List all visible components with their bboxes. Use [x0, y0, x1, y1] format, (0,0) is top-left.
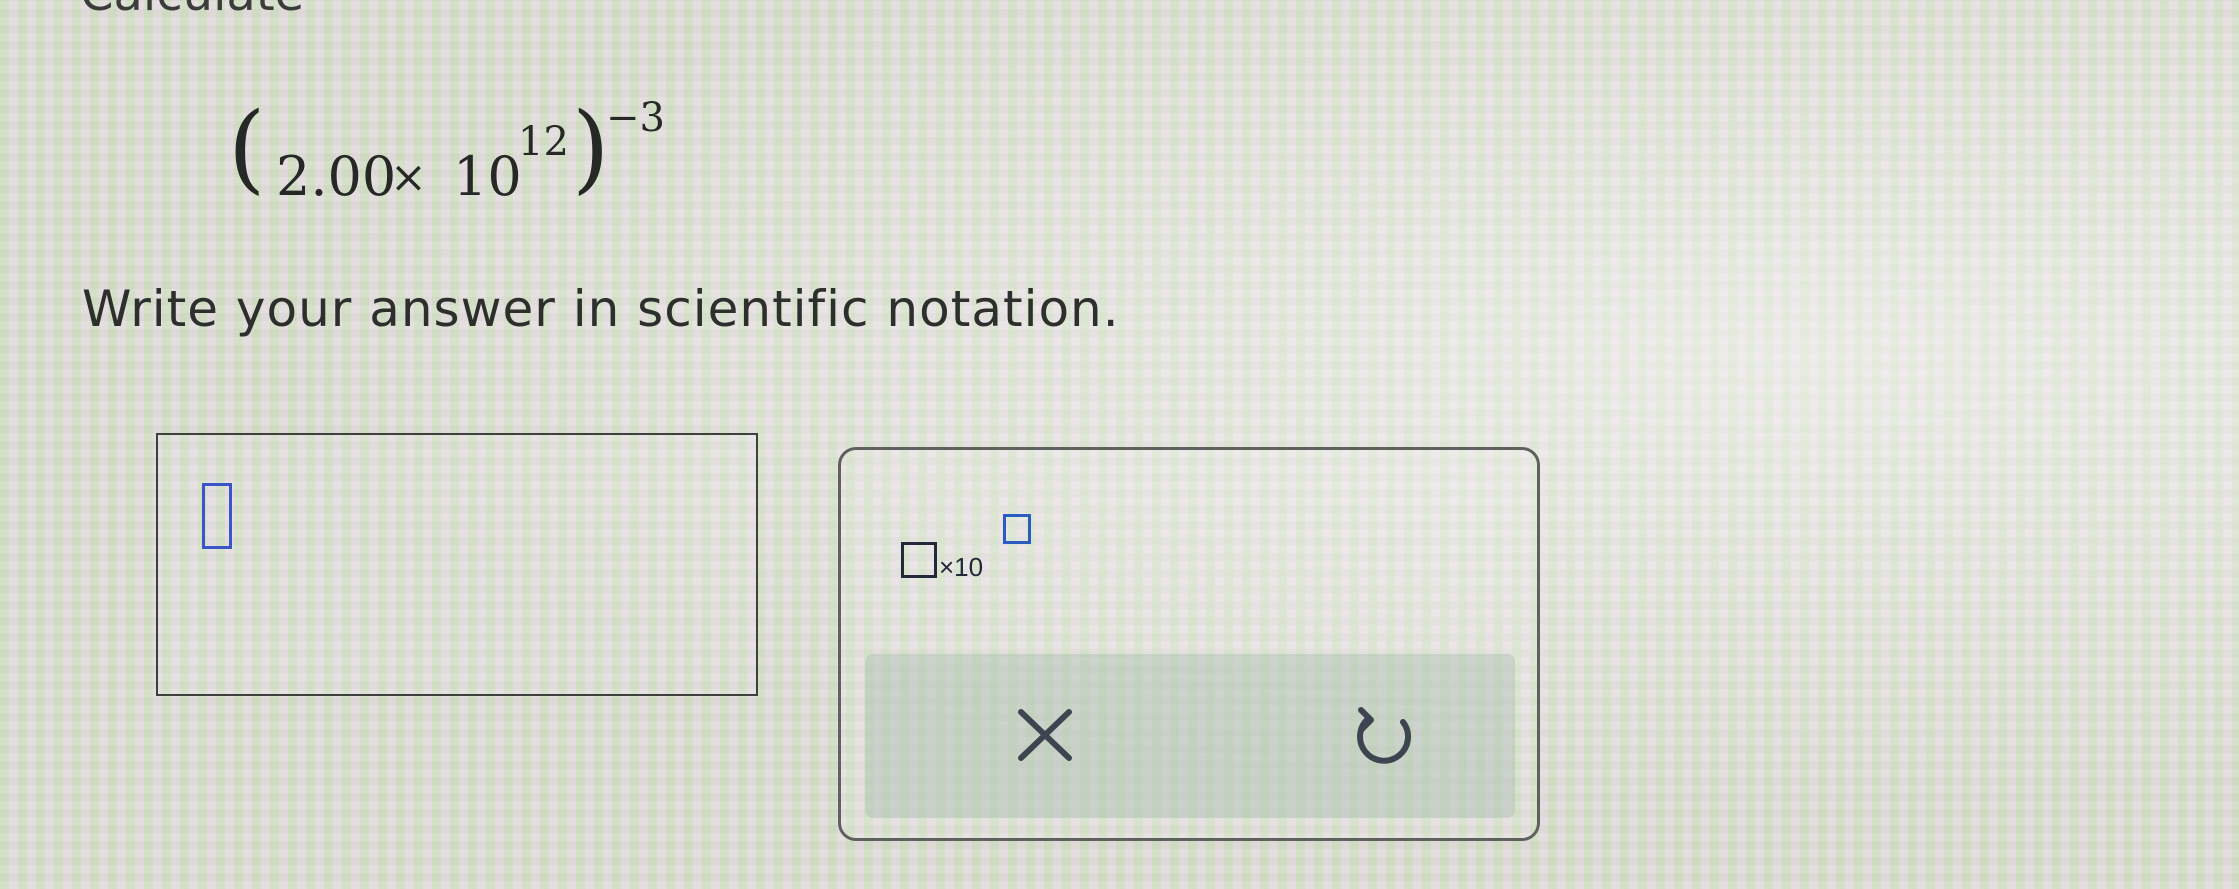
expression-outer-exponent: −3: [606, 95, 665, 141]
keypad-action-bar: [865, 654, 1515, 818]
math-keypad: ×10: [838, 447, 1540, 841]
scientific-notation-button[interactable]: ×10: [899, 514, 1031, 588]
undo-icon: [1357, 707, 1412, 764]
expression-mantissa: 2.00: [276, 145, 397, 208]
instruction-text: Write your answer in scientific notation…: [82, 280, 1120, 338]
expression-base: 10: [453, 145, 522, 208]
page-heading: Calculate: [80, 0, 304, 22]
open-parenthesis: (: [228, 92, 266, 204]
expression-inner-exponent: 12: [518, 119, 569, 165]
answer-input[interactable]: [156, 433, 758, 696]
times-ten-label: ×10: [939, 552, 984, 582]
expression-times-sign: ×: [390, 152, 427, 203]
undo-button[interactable]: [1335, 688, 1435, 788]
x-icon: [1018, 709, 1072, 761]
exponent-box-icon: [1003, 514, 1031, 544]
coefficient-box-icon: [901, 542, 937, 578]
input-cursor-placeholder[interactable]: [202, 483, 232, 549]
clear-button[interactable]: [995, 684, 1095, 784]
close-parenthesis: ): [572, 92, 610, 204]
